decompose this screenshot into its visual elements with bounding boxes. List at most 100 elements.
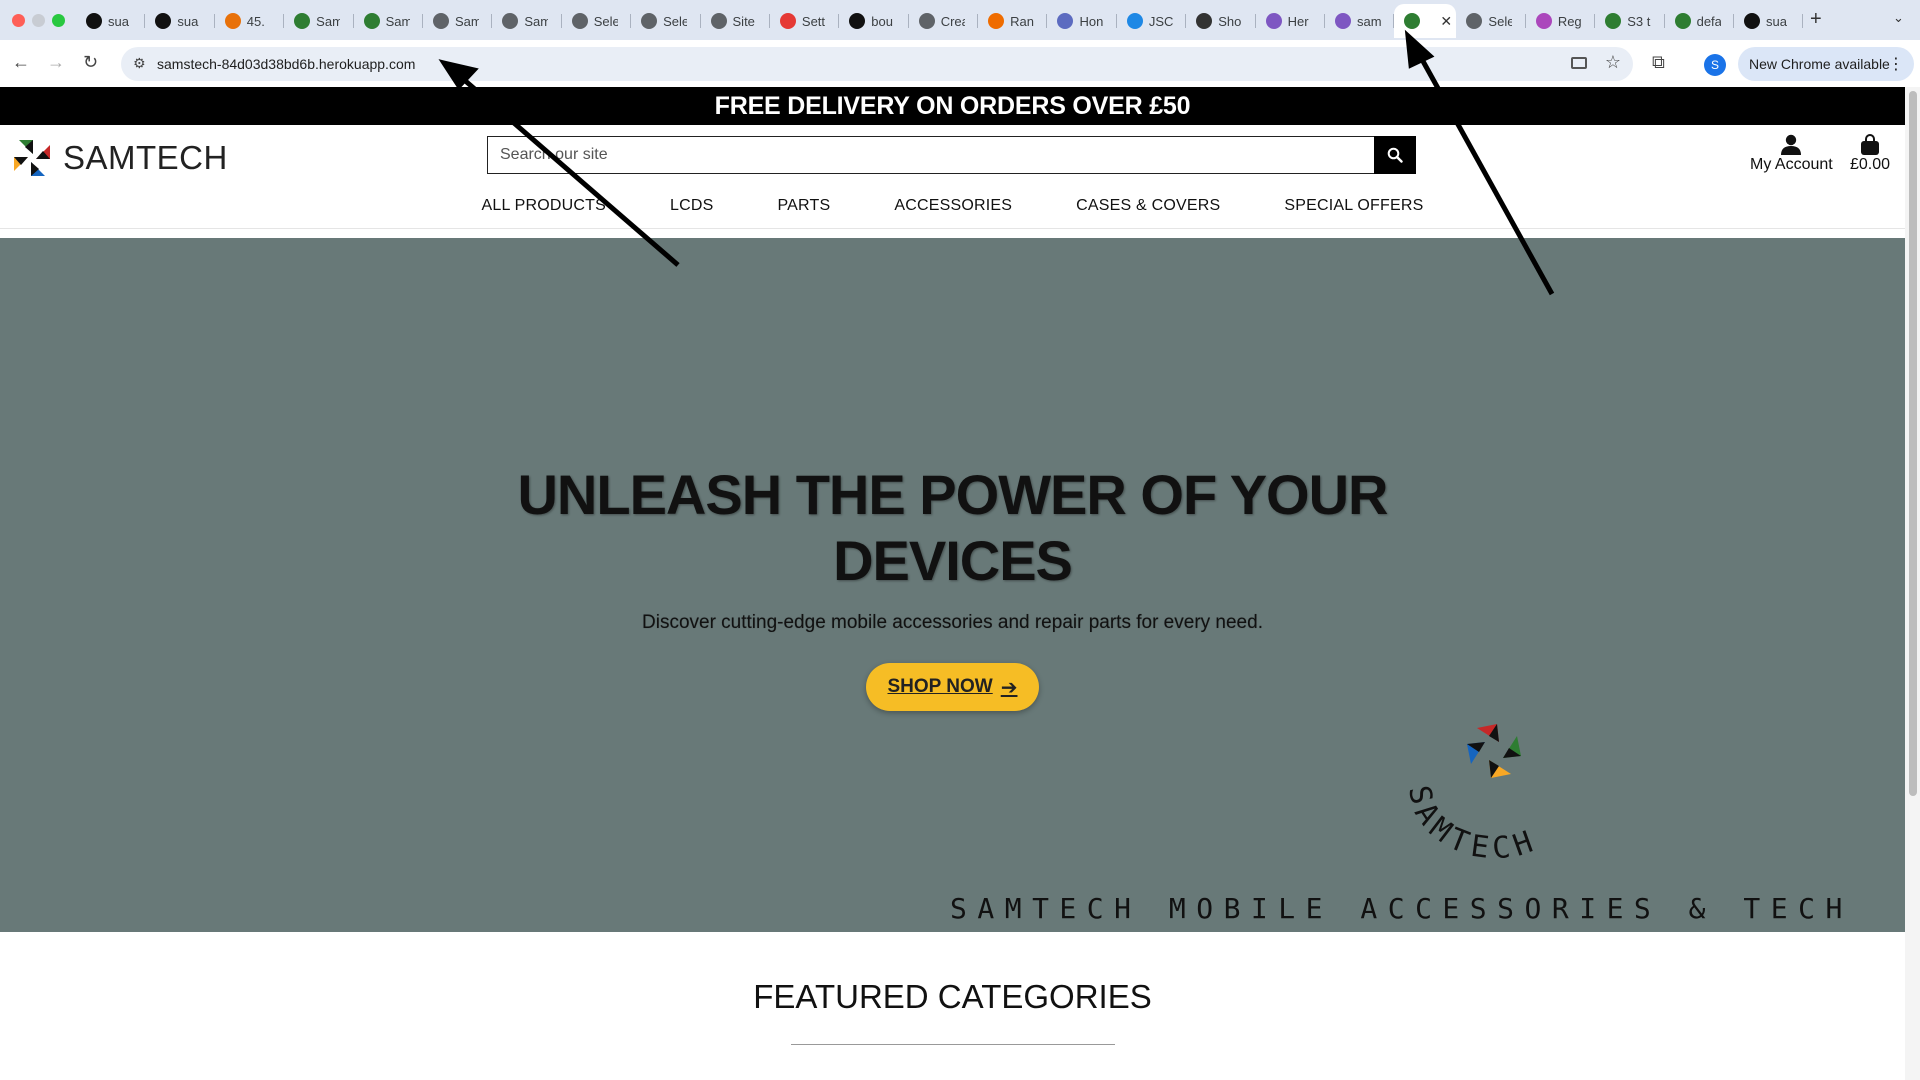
nav-accessories[interactable]: ACCESSORIES	[894, 197, 1012, 215]
tab-title: bou	[871, 13, 893, 29]
my-account-link[interactable]: My Account	[1750, 134, 1833, 174]
bag-total: £0.00	[1850, 156, 1891, 173]
tab-title: Sam	[454, 13, 479, 29]
browser-tab[interactable]: sua	[1734, 4, 1804, 38]
green-box-icon	[1605, 13, 1622, 29]
tab-title: Reg	[1557, 13, 1582, 29]
tab-title: Sam	[316, 13, 341, 29]
tab-title: Sele	[1488, 13, 1513, 29]
active-tab[interactable]: ✕	[1394, 4, 1457, 38]
forward-icon[interactable]: →	[47, 52, 65, 73]
github-icon	[849, 13, 866, 29]
minimize-window-button[interactable]	[32, 14, 45, 27]
browser-tab[interactable]: Hon	[1047, 4, 1117, 38]
nav-all-products[interactable]: ALL PRODUCTS	[482, 197, 607, 215]
tab-title: Crea	[940, 13, 965, 29]
logo-text: SAMTECH	[63, 139, 228, 176]
browser-tab[interactable]: sam	[1325, 4, 1395, 38]
samtech-icon	[363, 13, 380, 29]
address-bar[interactable]: ⚙ samstech-84d03d38bd6b.herokuapp.com ☆	[121, 47, 1633, 81]
hero-subtitle: Discover cutting-edge mobile accessories…	[642, 612, 1263, 633]
samtech-emblem: SAMTECH	[1401, 724, 1543, 858]
browser-tab[interactable]: Sele	[1456, 4, 1526, 38]
nav-lcds[interactable]: LCDS	[670, 197, 713, 215]
shop-now-label: SHOP NOW	[887, 676, 993, 697]
profile-avatar[interactable]: S	[1704, 54, 1726, 76]
tab-title: Hon	[1079, 13, 1104, 29]
tab-title: S3 t	[1627, 13, 1651, 29]
browser-tab[interactable]: Sam	[492, 4, 562, 38]
browser-tab[interactable]: sua	[145, 4, 215, 38]
header-spacer	[0, 229, 1905, 238]
search-input[interactable]	[487, 136, 1374, 174]
reload-icon[interactable]: ↻	[83, 52, 98, 73]
shop-now-button[interactable]: SHOP NOW ➔	[866, 663, 1039, 711]
back-icon[interactable]: ←	[12, 52, 30, 73]
tab-search-button[interactable]: ⌄	[1893, 10, 1904, 26]
site-settings-icon[interactable]: ⚙	[133, 55, 146, 72]
browser-tab[interactable]: Her	[1256, 4, 1326, 38]
browser-tab[interactable]: Sele	[562, 4, 632, 38]
dots-icon	[988, 13, 1005, 29]
nav-special-offers[interactable]: SPECIAL OFFERS	[1284, 197, 1423, 215]
samtech-icon	[1404, 13, 1421, 29]
browser-tab[interactable]: Sho	[1186, 4, 1256, 38]
hero-heading: UNLEASH THE POWER OF YOUR DEVICES	[0, 462, 1905, 594]
samtech-logo-icon	[14, 140, 50, 176]
nav-parts[interactable]: PARTS	[778, 197, 831, 215]
nav-cases-covers[interactable]: CASES & COVERS	[1076, 197, 1220, 215]
update-label: New Chrome available	[1749, 56, 1890, 72]
url-text[interactable]: samstech-84d03d38bd6b.herokuapp.com	[157, 56, 415, 72]
extensions-puzzle-icon[interactable]: ⧉	[1652, 52, 1665, 73]
browser-tab[interactable]: Sam	[354, 4, 423, 38]
tab-list: sua sua 45. Sam Sam Sam Sam Sele Sele Site Sett bou…	[76, 4, 1804, 38]
tab-title: Ran	[1010, 13, 1034, 29]
globe-icon	[918, 13, 935, 29]
browser-tab[interactable]: Sam	[284, 4, 354, 38]
scrollbar-thumb[interactable]	[1909, 91, 1917, 796]
new-chrome-available-button[interactable]: New Chrome available ⋮	[1738, 47, 1914, 81]
page-scrollbar[interactable]	[1905, 87, 1920, 1080]
globe-icon	[502, 13, 519, 29]
browser-tab[interactable]: bou	[839, 4, 909, 38]
emblem-arc-text: SAMTECH	[1401, 783, 1543, 858]
browser-tab[interactable]: Sam	[423, 4, 493, 38]
browser-tab[interactable]: Sett	[770, 4, 840, 38]
shopping-bag-link[interactable]: £0.00	[1850, 134, 1890, 174]
tab-title: defa	[1696, 13, 1721, 29]
tab-title: Sam	[524, 13, 549, 29]
chrome-menu-icon[interactable]: ⋮	[1888, 54, 1904, 74]
browser-tab[interactable]: S3 t	[1595, 4, 1665, 38]
maximize-window-button[interactable]	[52, 14, 65, 27]
free-delivery-banner: FREE DELIVERY ON ORDERS OVER £50	[0, 87, 1905, 125]
featured-categories-title: FEATURED CATEGORIES	[753, 978, 1152, 1015]
browser-tab[interactable]: Sele	[631, 4, 701, 38]
hero-section: UNLEASH THE POWER OF YOUR DEVICES Discov…	[0, 238, 1905, 932]
m-icon	[1196, 13, 1213, 29]
browser-tab[interactable]: Site	[701, 4, 770, 38]
green-box-icon	[1674, 13, 1691, 29]
bookmark-star-icon[interactable]: ☆	[1605, 52, 1621, 73]
browser-tab[interactable]: sua	[76, 4, 146, 38]
browser-tab[interactable]: JSC	[1117, 4, 1187, 38]
globe-icon	[571, 13, 588, 29]
hero-heading-line-2: DEVICES	[833, 529, 1073, 592]
tab-title: Sele	[593, 13, 618, 29]
close-tab-icon[interactable]: ✕	[1440, 13, 1452, 30]
shopping-bag-icon	[1861, 134, 1880, 155]
payment-card-icon[interactable]	[1571, 57, 1587, 69]
search-icon	[1387, 147, 1403, 163]
browser-tab[interactable]: Crea	[909, 4, 979, 38]
close-window-button[interactable]	[12, 14, 25, 27]
g-icon	[224, 13, 241, 29]
search-button[interactable]	[1374, 136, 1416, 174]
browser-tab[interactable]: 45.	[215, 4, 285, 38]
browser-tab[interactable]: Ran	[978, 4, 1048, 38]
site-logo[interactable]: SAMTECH	[11, 137, 228, 179]
cube-icon	[1535, 13, 1552, 29]
new-tab-button[interactable]: +	[1810, 8, 1822, 31]
browser-tab[interactable]: defa	[1665, 4, 1734, 38]
check-icon	[1126, 13, 1143, 29]
hero-heading-line-1: UNLEASH THE POWER OF YOUR	[517, 463, 1388, 526]
browser-tab[interactable]: Reg	[1526, 4, 1596, 38]
